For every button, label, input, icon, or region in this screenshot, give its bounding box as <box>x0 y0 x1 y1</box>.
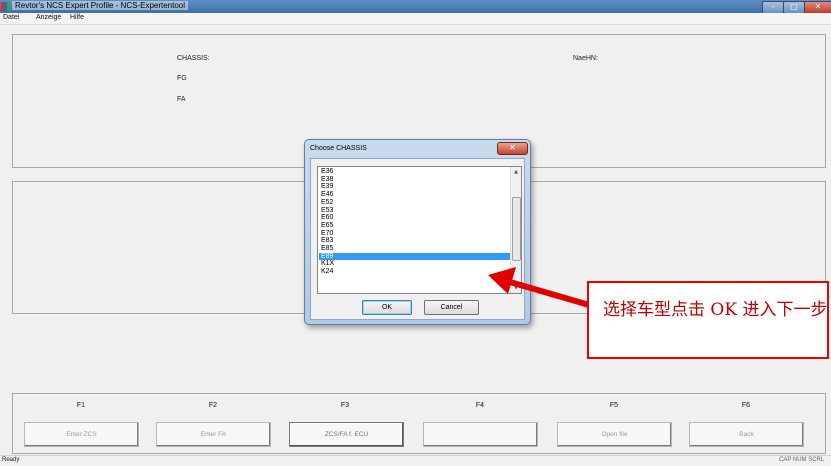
annotation-text: 选择车型点击 OK 进入下一步 <box>603 300 828 320</box>
scroll-thumb[interactable] <box>512 197 521 261</box>
chassis-item[interactable]: E53 <box>319 207 511 215</box>
annotation-callout: 选择车型点击 OK 进入下一步 <box>587 281 829 359</box>
chassis-item[interactable]: E85 <box>319 245 511 253</box>
fkey-label-f3: F3 <box>340 402 350 409</box>
fkey-label-f6: F6 <box>741 402 751 409</box>
chassis-item[interactable]: E46 <box>319 191 511 199</box>
list-scrollbar[interactable]: ▲ ▼ <box>510 167 521 293</box>
ok-button[interactable]: OK <box>362 300 412 315</box>
enter-fa-button[interactable]: Enter FA <box>156 422 271 447</box>
chassis-item[interactable]: E60 <box>319 214 511 222</box>
dialog-title: Choose CHASSIS <box>310 145 367 152</box>
scroll-down-icon[interactable]: ▼ <box>511 283 521 293</box>
chassis-item[interactable]: E70 <box>319 230 511 238</box>
chassis-item[interactable]: E52 <box>319 199 511 207</box>
menu-bar: Datei Anzeige Hilfe <box>0 13 831 25</box>
choose-chassis-dialog: Choose CHASSIS ✕ E36 E38 E39 E46 E52 E53 E60 E6… <box>304 139 531 325</box>
title-bar: Revtor's NCS Expert Profile - NCS-Expert… <box>0 0 831 14</box>
fkey-label-f4: F4 <box>475 402 485 409</box>
fkey-label-f1: F1 <box>76 402 86 409</box>
naehn-label: NaeHN: <box>573 55 598 62</box>
chassis-item[interactable]: E83 <box>319 237 511 245</box>
menu-hilfe[interactable]: Hilfe <box>70 14 84 21</box>
dialog-body: E36 E38 E39 E46 E52 E53 E60 E65 E70 E83 E85 E89 K1X K… <box>310 158 525 320</box>
back-button[interactable]: Back <box>689 422 804 447</box>
chassis-listbox[interactable]: E36 E38 E39 E46 E52 E53 E60 E65 E70 E83 E85 E89 K1X K… <box>317 166 522 294</box>
fkey-label-f5: F5 <box>609 402 619 409</box>
f4-button[interactable] <box>423 422 538 447</box>
open-file-button[interactable]: Open file <box>557 422 672 447</box>
chassis-item[interactable]: E36 <box>319 168 511 176</box>
app-icon <box>1 2 10 11</box>
status-text: Ready <box>2 457 20 463</box>
chassis-item[interactable]: E65 <box>319 222 511 230</box>
chassis-item-selected[interactable]: E89 <box>319 252 511 261</box>
scroll-up-icon[interactable]: ▲ <box>511 167 521 177</box>
chassis-item[interactable]: E38 <box>319 176 511 184</box>
chassis-label: CHASSIS: <box>177 55 210 62</box>
chassis-item[interactable]: E39 <box>319 183 511 191</box>
window-title: Revtor's NCS Expert Profile - NCS-Expert… <box>12 1 189 10</box>
cancel-button[interactable]: Cancel <box>424 300 479 315</box>
fkey-label-f2: F2 <box>208 402 218 409</box>
menu-anzeige[interactable]: Anzeige <box>36 14 61 21</box>
chassis-item[interactable]: K1X <box>319 260 511 268</box>
chassis-item[interactable]: K24 <box>319 268 511 276</box>
fa-label: FA <box>177 96 186 103</box>
zcs-fa-ecu-button[interactable]: ZCS/FA f. ECU <box>289 422 404 447</box>
status-bar: Ready CAP NUM SCRL <box>0 455 831 466</box>
enter-zcs-button[interactable]: Enter ZCS <box>24 422 139 447</box>
fg-label: FG <box>177 75 187 82</box>
keyboard-indicators: CAP NUM SCRL <box>779 457 825 463</box>
dialog-close-button[interactable]: ✕ <box>497 142 528 155</box>
menu-datei[interactable]: Datei <box>3 14 19 21</box>
